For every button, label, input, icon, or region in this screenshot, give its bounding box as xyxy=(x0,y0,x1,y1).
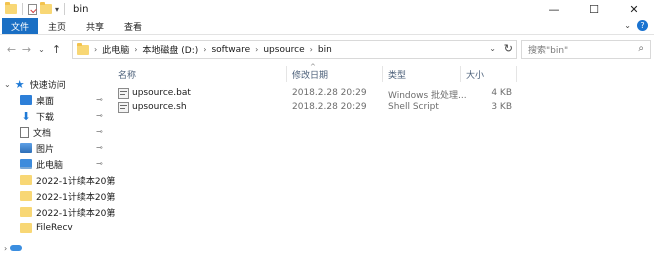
nav-label: FileRecv xyxy=(36,223,73,233)
recent-locations-button[interactable]: ⌄ xyxy=(34,45,49,54)
window-controls: — ☐ ✕ xyxy=(534,0,654,18)
column-resize-handle[interactable] xyxy=(286,66,287,82)
title-bar: ▾ bin — ☐ ✕ xyxy=(0,0,654,18)
file-date: 2018.2.28 20:29 xyxy=(292,102,367,112)
file-type: Shell Script xyxy=(388,102,439,112)
chevron-down-icon[interactable]: ⌄ xyxy=(4,80,11,89)
file-size: 4 KB xyxy=(491,88,512,98)
column-resize-handle[interactable] xyxy=(460,66,461,82)
pin-icon[interactable]: ⊸ xyxy=(96,95,103,104)
tab-file[interactable]: 文件 xyxy=(2,18,39,34)
sidebar-item-folder[interactable]: 2022-1计续本20第 xyxy=(20,172,115,188)
tab-share[interactable]: 共享 xyxy=(76,18,114,34)
sidebar-item-this-pc[interactable]: 此电脑 xyxy=(20,156,63,172)
breadcrumb-software[interactable]: software xyxy=(211,45,250,55)
sidebar-item-filerecv[interactable]: FileRecv xyxy=(20,220,73,236)
folder-icon xyxy=(20,223,32,233)
folder-icon xyxy=(20,191,32,201)
nav-label: 2022-1计续本20第 xyxy=(36,208,116,219)
back-button[interactable]: ← xyxy=(4,43,19,56)
sidebar-item-folder[interactable]: 2022-1计续本20第 xyxy=(20,204,115,220)
up-button[interactable]: ↑ xyxy=(49,43,64,56)
download-icon: ⬇ xyxy=(21,109,31,123)
nav-label: 2022-1计续本20第 xyxy=(36,192,116,203)
folder-icon xyxy=(20,207,32,217)
address-bar[interactable]: › 此电脑 › 本地磁盘 (D:) › software › upsource … xyxy=(72,40,517,59)
search-placeholder: 搜索"bin" xyxy=(528,46,569,56)
star-icon: ★ xyxy=(14,77,25,91)
navigation-pane: ⌄ ★ 快速访问 桌面 ⊸ ⬇ 下载 ⊸ 文档 ⊸ 图片 ⊸ 此电脑 ⊸ 202… xyxy=(0,70,115,260)
folder-icon xyxy=(20,175,32,185)
batch-file-icon xyxy=(118,88,129,99)
column-size[interactable]: 大小 xyxy=(466,68,484,81)
breadcrumb-this-pc[interactable]: 此电脑 xyxy=(102,43,129,56)
column-resize-handle[interactable] xyxy=(382,66,383,82)
nav-label: 桌面 xyxy=(36,96,55,107)
nav-label: 此电脑 xyxy=(36,160,64,171)
sidebar-item-desktop[interactable]: 桌面 xyxy=(20,92,54,108)
nav-label: 文档 xyxy=(33,128,52,139)
sidebar-item-pictures[interactable]: 图片 xyxy=(20,140,54,156)
file-name: upsource.sh xyxy=(132,102,187,112)
search-input[interactable]: 搜索"bin" ⌕ xyxy=(521,40,651,59)
search-icon: ⌕ xyxy=(638,43,644,54)
file-size: 3 KB xyxy=(491,102,512,112)
nav-label: 图片 xyxy=(36,144,55,155)
document-icon xyxy=(20,126,29,138)
address-dropdown-icon[interactable]: ⌄ xyxy=(489,44,496,53)
help-icon[interactable]: ? xyxy=(637,20,648,31)
sidebar-item-documents[interactable]: 文档 xyxy=(20,124,51,140)
sidebar-item-folder[interactable]: 2022-1计续本20第 xyxy=(20,188,115,204)
window-title: bin xyxy=(73,3,89,15)
address-row: ← → ⌄ ↑ › 此电脑 › 本地磁盘 (D:) › software › u… xyxy=(0,37,654,61)
column-header-row: ^ 名称 修改日期 类型 大小 xyxy=(112,63,522,82)
tab-view[interactable]: 查看 xyxy=(114,18,152,34)
breadcrumb-bin[interactable]: bin xyxy=(318,45,332,55)
folder-icon xyxy=(77,42,89,55)
chevron-down-icon[interactable]: ⌄ xyxy=(624,21,631,30)
column-resize-handle[interactable] xyxy=(516,66,517,82)
customize-toolbar-icon[interactable]: ▾ xyxy=(55,5,59,14)
new-folder-icon[interactable] xyxy=(40,2,52,14)
file-date: 2018.2.28 20:29 xyxy=(292,88,367,98)
column-date[interactable]: 修改日期 xyxy=(292,68,328,81)
chevron-right-icon[interactable]: › xyxy=(4,244,7,253)
nav-quick-access[interactable]: ⌄ ★ 快速访问 xyxy=(4,76,66,92)
cloud-icon xyxy=(10,245,23,251)
column-type[interactable]: 类型 xyxy=(388,68,406,81)
ribbon-tabs: 文件 主页 共享 查看 ⌄ ? xyxy=(0,18,654,35)
nav-label: 下载 xyxy=(36,112,55,123)
minimize-button[interactable]: — xyxy=(534,0,574,18)
file-name: upsource.bat xyxy=(132,88,191,98)
pin-icon[interactable]: ⊸ xyxy=(96,143,103,152)
sidebar-item-downloads[interactable]: ⬇ 下载 xyxy=(20,108,54,124)
folder-icon xyxy=(5,2,17,14)
nav-onedrive-partial[interactable]: › xyxy=(4,240,26,256)
script-file-icon xyxy=(118,102,129,113)
close-button[interactable]: ✕ xyxy=(614,0,654,18)
computer-icon xyxy=(20,159,32,169)
forward-button[interactable]: → xyxy=(19,43,34,56)
nav-label: 快速访问 xyxy=(29,80,66,91)
refresh-icon[interactable]: ↻ xyxy=(504,42,513,55)
breadcrumb-upsource[interactable]: upsource xyxy=(263,45,304,55)
properties-icon[interactable] xyxy=(28,3,37,15)
maximize-button[interactable]: ☐ xyxy=(574,0,614,18)
quick-access-toolbar: ▾ xyxy=(0,2,67,15)
tab-home[interactable]: 主页 xyxy=(38,18,76,34)
column-name[interactable]: 名称 xyxy=(118,68,136,81)
desktop-icon xyxy=(20,95,32,105)
table-row[interactable]: upsource.bat 2018.2.28 20:29 Windows 批处理… xyxy=(112,86,522,101)
pin-icon[interactable]: ⊸ xyxy=(96,111,103,120)
nav-label: 2022-1计续本20第 xyxy=(36,176,116,187)
pin-icon[interactable]: ⊸ xyxy=(96,159,103,168)
table-row[interactable]: upsource.sh 2018.2.28 20:29 Shell Script… xyxy=(112,100,522,115)
pictures-icon xyxy=(20,143,32,153)
breadcrumb-local-disk-d[interactable]: 本地磁盘 (D:) xyxy=(142,43,198,56)
pin-icon[interactable]: ⊸ xyxy=(96,127,103,136)
